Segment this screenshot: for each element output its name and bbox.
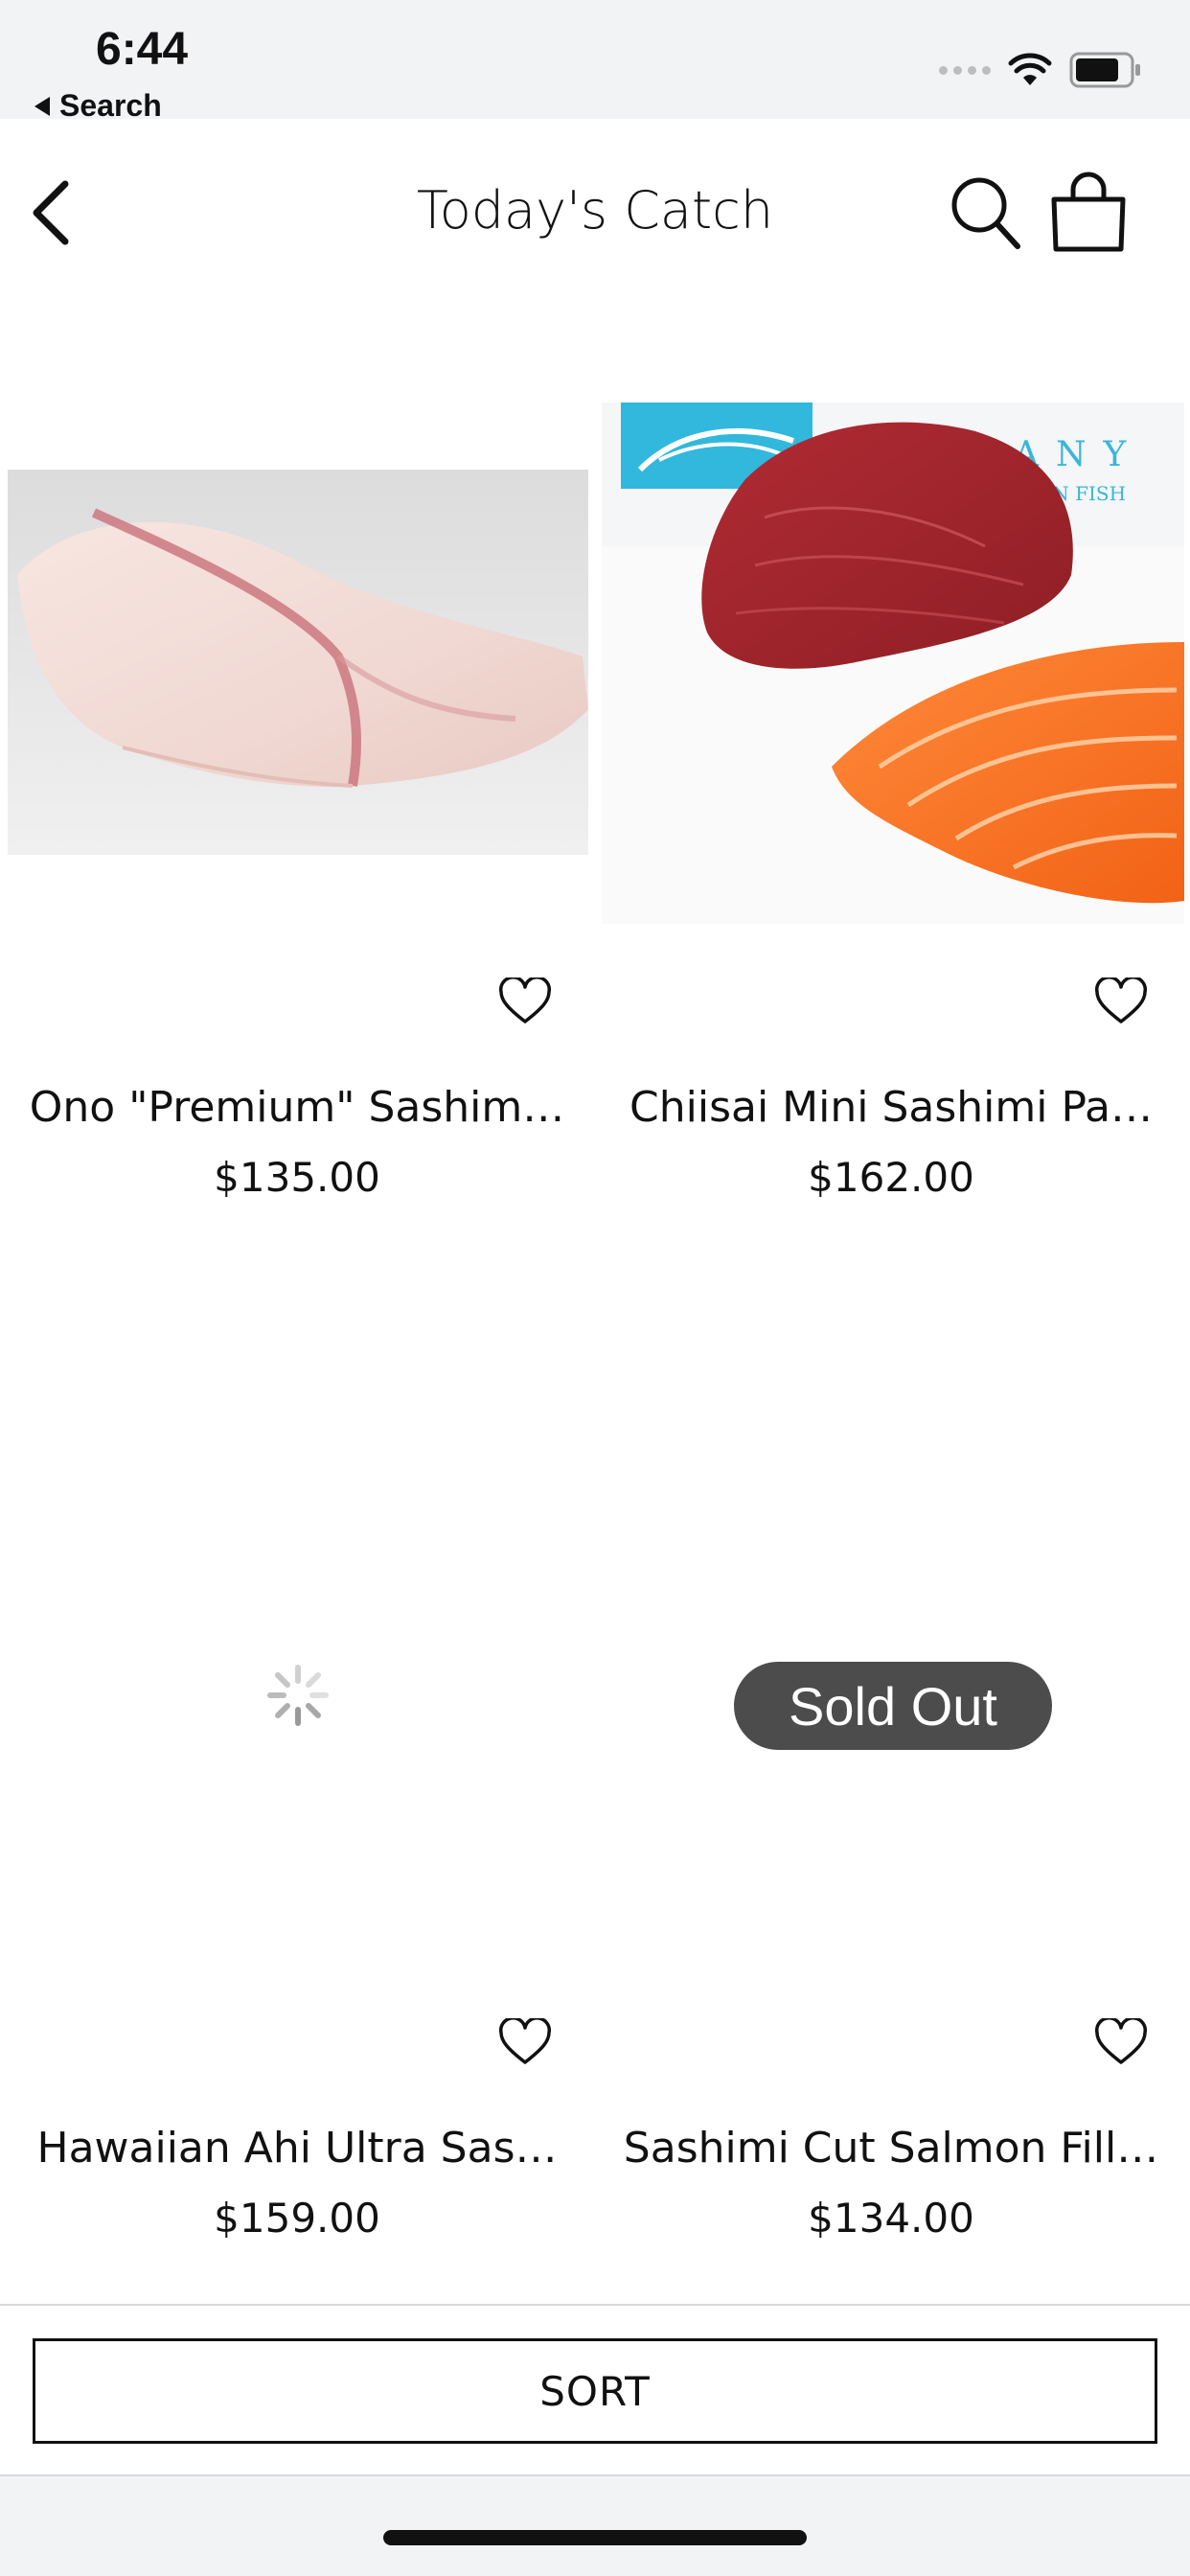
product-name[interactable]: Ono "Premium" Sashim… [0, 1083, 594, 1132]
favorite-button[interactable] [1094, 976, 1148, 1025]
cellular-signal-icon [939, 65, 991, 75]
heart-icon [499, 2016, 551, 2064]
product-card[interactable]: Sold Out Sashimi Cut Salmon Fill… $134.0… [594, 1346, 1188, 2304]
product-name[interactable]: Sashimi Cut Salmon Fill… [594, 2124, 1188, 2173]
shopping-bag-icon [1051, 172, 1126, 252]
product-image[interactable]: C ANY IIAN FISH [602, 402, 1184, 924]
favorite-button[interactable] [1094, 2016, 1148, 2066]
status-bar: 6:44 Search [0, 0, 1190, 123]
sold-out-badge: Sold Out [734, 1662, 1052, 1750]
product-price: $159.00 [214, 2195, 380, 2242]
product-grid: Ono "Premium" Sashim… $135.00 ANY IIAN F… [0, 301, 1190, 2304]
wifi-icon [1008, 53, 1052, 85]
heart-icon [499, 976, 551, 1024]
loading-spinner-icon [264, 1662, 332, 1729]
product-price: $162.00 [808, 1154, 974, 1201]
back-triangle-icon [34, 96, 50, 116]
product-card[interactable]: Ono "Premium" Sashim… $135.00 [0, 301, 594, 1336]
heart-icon [1095, 976, 1147, 1024]
app-header: Today's Catch [0, 119, 1190, 301]
product-price: $135.00 [214, 1154, 380, 1201]
status-icons [939, 52, 1142, 88]
favorite-button[interactable] [498, 2016, 552, 2066]
product-name[interactable]: Hawaiian Ahi Ultra Sas… [0, 2124, 594, 2173]
sort-bar: SORT [0, 2304, 1190, 2476]
heart-icon [1095, 2016, 1147, 2064]
product-price: $134.00 [808, 2195, 974, 2242]
product-image[interactable] [8, 470, 588, 855]
search-icon [951, 177, 1020, 249]
product-card[interactable]: C ANY IIAN FISH Chiisai Mini Sashimi Pa…… [594, 301, 1188, 1336]
product-name[interactable]: Chiisai Mini Sashimi Pa… [594, 1083, 1188, 1132]
fish-image [8, 470, 588, 855]
search-button[interactable] [949, 174, 1021, 251]
battery-icon [1069, 52, 1140, 88]
sort-button[interactable]: SORT [33, 2338, 1157, 2444]
status-time: 6:44 [96, 24, 189, 75]
cart-button[interactable] [1048, 171, 1129, 253]
home-indicator[interactable] [383, 2530, 807, 2545]
favorite-button[interactable] [498, 976, 552, 1025]
product-card[interactable]: Hawaiian Ahi Ultra Sas… $159.00 [0, 1346, 594, 2304]
fish-image: C ANY IIAN FISH [602, 402, 1184, 924]
